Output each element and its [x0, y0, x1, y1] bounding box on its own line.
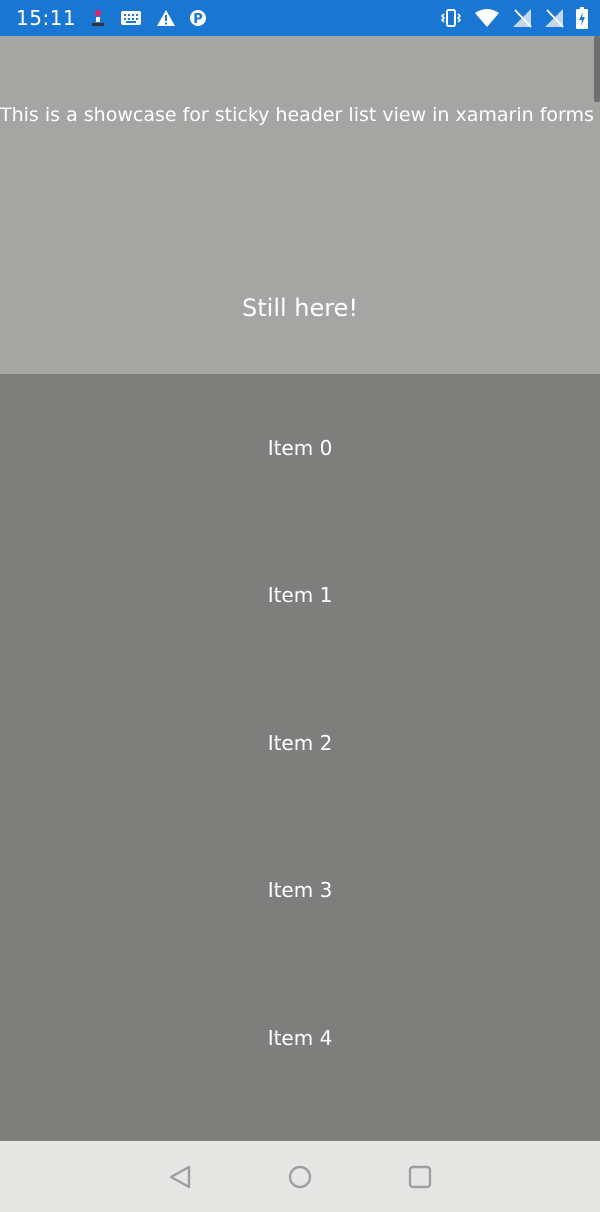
sticky-header: This is a showcase for sticky header lis… [0, 36, 600, 374]
list-item[interactable]: Item 1 [0, 522, 600, 670]
svg-text:P: P [193, 12, 203, 27]
navigation-bar [0, 1141, 600, 1212]
recents-icon [408, 1165, 432, 1188]
warning-icon [156, 9, 176, 27]
wifi-icon [474, 8, 500, 28]
status-left-icons: P [90, 9, 220, 27]
item-list[interactable]: Item 0 Item 1 Item 2 Item 3 Item 4 [0, 374, 600, 1141]
list-item-label: Item 0 [267, 435, 333, 460]
header-description: This is a showcase for sticky header lis… [0, 104, 594, 126]
status-time: 15:11 [16, 6, 77, 30]
no-signal-icon [544, 8, 564, 28]
list-item-label: Item 2 [267, 730, 333, 755]
list-item-label: Item 3 [267, 878, 333, 903]
home-button[interactable] [270, 1147, 330, 1207]
list-item[interactable]: Item 0 [0, 374, 600, 522]
usb-debug-icon [90, 9, 106, 27]
list-item[interactable]: Item 3 [0, 817, 600, 965]
list-item[interactable]: Item 4 [0, 964, 600, 1112]
vibrate-icon [440, 8, 462, 28]
sticky-title: Still here! [242, 294, 358, 322]
list-item[interactable]: Item 2 [0, 669, 600, 817]
back-icon [169, 1165, 191, 1188]
status-bar: 15:11 P [0, 0, 600, 36]
recents-button[interactable] [390, 1147, 450, 1207]
list-item-label: Item 4 [267, 1025, 333, 1050]
back-button[interactable] [150, 1147, 210, 1207]
status-right-icons [428, 7, 588, 29]
home-icon [288, 1165, 312, 1188]
keyboard-icon [120, 10, 142, 26]
list-item-label: Item 1 [267, 583, 333, 608]
scrollbar[interactable] [594, 36, 600, 102]
battery-charging-icon [576, 7, 588, 29]
no-signal-icon [512, 8, 532, 28]
parking-icon: P [190, 9, 207, 27]
